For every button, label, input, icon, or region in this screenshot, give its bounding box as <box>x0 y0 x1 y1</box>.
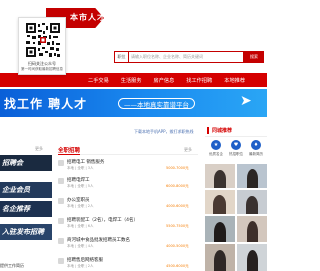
job-item[interactable]: 招聘电焊工 本地 | 全职 | 5人 6000-8000元 <box>58 176 198 194</box>
person-silhouette <box>247 250 258 271</box>
diamond-icon: ♦ <box>251 140 261 150</box>
header-accent <box>207 127 209 134</box>
nav-item-jobs[interactable]: 找工作招聘 <box>180 73 218 87</box>
person-silhouette <box>247 169 258 188</box>
job-salary: 4500-6000元 <box>166 264 189 268</box>
job-title: 办公室职员 <box>67 198 90 203</box>
job-list-more-link[interactable]: 更多 <box>184 147 192 153</box>
job-salary: 4000-5000元 <box>166 244 189 248</box>
company-logo <box>58 218 64 224</box>
category-label: 最新简历 <box>249 152 263 156</box>
person-silhouette <box>247 221 258 242</box>
ad-banner[interactable]: 招聘会 <box>0 155 52 171</box>
job-item[interactable]: 办公室职员 本地 | 全职 | 2人 4000-6000元 <box>58 196 198 214</box>
profile-photo[interactable] <box>205 216 235 242</box>
nav-item-recommend[interactable]: 本地推荐 <box>218 73 251 87</box>
ad-banner[interactable]: 名企推荐 <box>0 201 52 217</box>
profile-photo[interactable] <box>237 164 267 188</box>
search-input[interactable]: 请输入职位名称、企业名称、简历关键词 <box>128 51 244 63</box>
person-silhouette <box>213 195 226 214</box>
job-title: 招聘装配工（2名），电焊工（4名） <box>67 218 138 223</box>
company-logo <box>58 160 64 166</box>
nav-item-services[interactable]: 生活服务 <box>115 73 148 87</box>
job-salary: 5500-7500元 <box>166 224 189 228</box>
profile-photo[interactable] <box>205 164 235 188</box>
job-list: 全职招聘 更多 招聘电工 销售服务 本地 | 全职 | 3人 5000-7000… <box>58 146 198 271</box>
job-title: 商河城中食品批发招聘员工数名 <box>67 238 130 243</box>
category-label: 优质名企 <box>209 152 223 156</box>
job-title: 招聘电焊工 <box>67 178 90 183</box>
search-bar: 职位 请输入职位名称、企业名称、简历关键词 搜索 <box>114 51 264 63</box>
profile-photo[interactable] <box>237 216 267 242</box>
profile-photo[interactable] <box>205 190 235 214</box>
left-more-link[interactable]: 更多 <box>35 146 43 152</box>
ad-text: 招聘会 <box>2 159 23 167</box>
star-icon: ★ <box>211 140 221 150</box>
heart-icon: ♥ <box>231 140 241 150</box>
job-salary: 5000-7000元 <box>166 166 189 170</box>
app-download-link[interactable]: 下载本地手机APP，拨打求职热线 <box>134 129 194 135</box>
job-meta: 本地 | 全职 | 5人 <box>67 184 94 188</box>
main-nav: 二手交易 生活服务 房产信息 找工作招聘 本地推荐 <box>0 73 267 87</box>
search-category-select[interactable]: 职位 <box>114 51 128 63</box>
job-title: 招聘售后网络客服 <box>67 258 103 263</box>
ad-text: 企业会员 <box>2 186 30 194</box>
company-logo <box>58 238 64 244</box>
left-sidebar: 更多 招聘会 企业会员 名企推荐 入驻发布招聘 提供工作简历 <box>0 146 52 271</box>
profile-photo[interactable] <box>237 244 267 271</box>
job-item[interactable]: 招聘售后网络客服 本地 | 全职 | 2人 4500-6000元 <box>58 256 198 271</box>
person-silhouette <box>214 250 226 271</box>
company-logo <box>58 258 64 264</box>
left-footer-link[interactable]: 提供工作简历 <box>0 263 52 269</box>
nav-item-secondhand[interactable]: 二手交易 <box>0 73 115 87</box>
company-logo <box>58 198 64 204</box>
qr-code-icon <box>25 22 61 58</box>
category-link[interactable]: ♦ 最新简历 <box>246 140 266 160</box>
ad-text: 入驻发布招聘 <box>2 228 44 236</box>
job-meta: 本地 | 全职 | 6人 <box>67 224 94 228</box>
search-button[interactable]: 搜索 <box>244 51 264 63</box>
job-meta: 本地 | 全职 | 3人 <box>67 166 94 170</box>
banner-headline: 找工作 聘人才 <box>4 97 88 111</box>
company-logo <box>58 178 64 184</box>
job-salary: 6000-8000元 <box>166 184 189 188</box>
job-item[interactable]: 商河城中食品批发招聘员工数名 本地 | 全职 | 4人 4000-5000元 <box>58 236 198 254</box>
logo-text: 本市人才 <box>70 12 106 22</box>
qr-code-popup: 扫码关注公众号 第一时间获取最新招聘信息 <box>18 17 66 75</box>
ad-banner[interactable]: 入驻发布招聘 <box>0 224 52 240</box>
person-silhouette <box>214 222 226 242</box>
job-title: 招聘电工 销售服务 <box>67 160 105 165</box>
category-label: 热招职位 <box>229 152 243 156</box>
profile-photo[interactable] <box>205 244 235 271</box>
right-header: 同城推荐 <box>205 124 267 137</box>
ad-banner[interactable]: 企业会员 <box>0 182 52 198</box>
job-meta: 本地 | 全职 | 2人 <box>67 204 94 208</box>
person-silhouette <box>246 196 258 214</box>
right-sidebar: 同城推荐 ★ 优质名企 ♥ 热招职位 ♦ 最新简历 <box>205 124 267 271</box>
banner-tagline: ——本地真实靠谱平台 <box>118 98 195 109</box>
category-link[interactable]: ★ 优质名企 <box>206 140 226 160</box>
category-link[interactable]: ♥ 热招职位 <box>226 140 246 160</box>
divider-accent <box>58 154 80 155</box>
job-meta: 本地 | 全职 | 4人 <box>67 244 94 248</box>
person-silhouette <box>214 170 226 188</box>
job-salary: 4000-6000元 <box>166 204 189 208</box>
nav-item-housing[interactable]: 房产信息 <box>148 73 181 87</box>
paper-plane-icon: ➤ <box>240 93 252 109</box>
job-meta: 本地 | 全职 | 2人 <box>67 264 94 268</box>
right-title: 同城推荐 <box>212 128 233 134</box>
qr-subcaption: 第一时间获取最新招聘信息 <box>21 67 63 71</box>
job-list-title: 全职招聘 <box>58 148 81 154</box>
hero-banner[interactable]: 找工作 聘人才 ——本地真实靠谱平台 ➤ <box>0 89 267 117</box>
job-item[interactable]: 招聘电工 销售服务 本地 | 全职 | 3人 5000-7000元 <box>58 158 198 176</box>
ad-text: 名企推荐 <box>2 205 30 213</box>
profile-photo[interactable] <box>237 190 267 214</box>
job-item[interactable]: 招聘装配工（2名），电焊工（4名） 本地 | 全职 | 6人 5500-7500… <box>58 216 198 234</box>
